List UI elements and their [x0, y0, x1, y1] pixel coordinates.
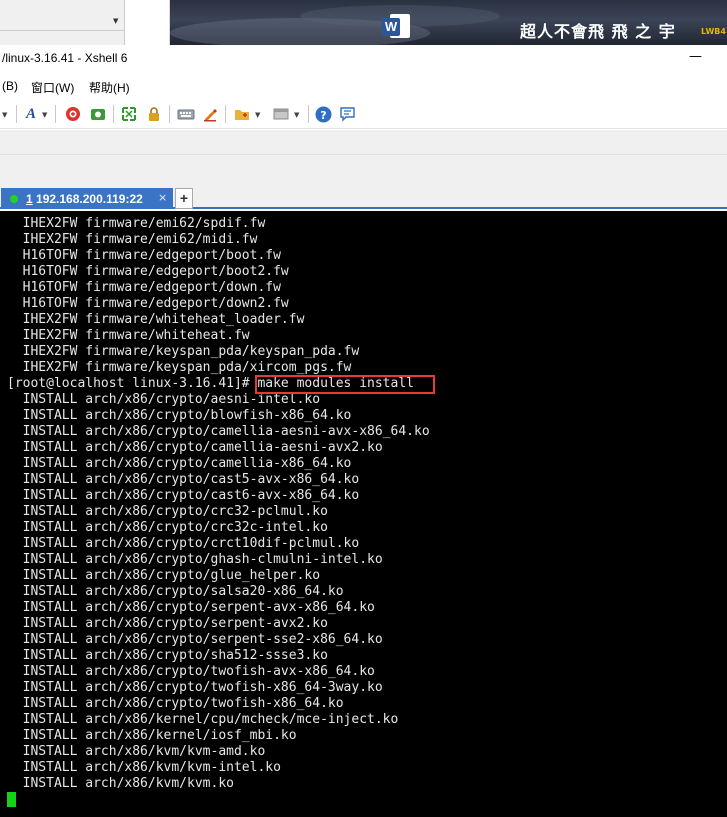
toolbar-separator [113, 105, 114, 123]
menu-item-bookmarks[interactable]: (B) [2, 79, 18, 93]
chevron-down-icon[interactable]: ▼ [2, 111, 7, 119]
desktop-wallpaper: W 超人不會飛 飛 之 宇 LWB4 [170, 0, 727, 45]
fullscreen-icon[interactable] [120, 105, 138, 123]
highlight-pen-icon[interactable] [201, 105, 219, 123]
address-bar[interactable] [0, 130, 727, 155]
terminal-line: INSTALL arch/x86/kvm/kvm-intel.ko [7, 760, 281, 775]
terminal-line: INSTALL arch/x86/crypto/glue_helper.ko [7, 568, 321, 583]
terminal-line: INSTALL arch/x86/crypto/aesni-intel.ko [7, 392, 321, 407]
menu-item-window[interactable]: 窗口(W) [31, 79, 74, 96]
help-icon[interactable]: ? [314, 105, 332, 123]
new-tab-button[interactable]: + [175, 188, 193, 209]
terminal-line: INSTALL arch/x86/crypto/serpent-avx-x86_… [7, 600, 375, 615]
terminal-line: INSTALL arch/x86/crypto/ghash-clmulni-in… [7, 552, 383, 567]
keyboard-icon[interactable] [177, 105, 195, 123]
color-scheme-icon[interactable] [64, 105, 82, 123]
toolbar-separator [225, 105, 226, 123]
terminal-line: INSTALL arch/x86/crypto/twofish-x86_64-3… [7, 680, 383, 695]
terminal-line: INSTALL arch/x86/crypto/crc32c-intel.ko [7, 520, 328, 535]
xftp-icon[interactable] [89, 105, 107, 123]
layout-icon[interactable] [272, 105, 290, 123]
terminal-line: INSTALL arch/x86/crypto/cast5-avx-x86_64… [7, 472, 360, 487]
lock-icon[interactable] [145, 105, 163, 123]
menu-item-help[interactable]: 帮助(H) [89, 79, 130, 96]
terminal-line: H16TOFW firmware/edgeport/boot.fw [7, 248, 281, 263]
terminal-line: H16TOFW firmware/edgeport/boot2.fw [7, 264, 289, 279]
terminal-line: INSTALL arch/x86/crypto/serpent-sse2-x86… [7, 632, 383, 647]
chat-bubble-icon[interactable] [338, 105, 356, 123]
desktop-strip: ▼ W 超人不會飛 飛 之 宇 LWB4 [0, 0, 727, 45]
background-window-field[interactable]: ▼ [0, 0, 125, 45]
terminal-line: INSTALL arch/x86/crypto/twofish-x86_64.k… [7, 696, 344, 711]
terminal-line: INSTALL arch/x86/kernel/iosf_mbi.ko [7, 728, 297, 743]
command-highlight-box [255, 375, 435, 394]
chevron-down-icon[interactable]: ▼ [294, 111, 299, 119]
terminal-line: INSTALL arch/x86/crypto/blowfish-x86_64.… [7, 408, 352, 423]
terminal-line: IHEX2FW firmware/emi62/spdif.fw [7, 216, 266, 231]
word-app-icon[interactable]: W [382, 14, 410, 40]
terminal-line: H16TOFW firmware/edgeport/down2.fw [7, 296, 289, 311]
menu-bar: (B) 窗口(W) 帮助(H) [0, 73, 727, 99]
tab-label: 1 192.168.200.119:22 [26, 192, 143, 206]
toolbar-separator [16, 105, 17, 123]
divider [0, 30, 125, 31]
tab-host: 192.168.200.119:22 [32, 192, 143, 206]
tab-strip: 1 192.168.200.119:22 × + [0, 188, 727, 209]
window-titlebar: /linux-3.16.41 - Xshell 6 — [0, 45, 727, 73]
terminal-cursor [7, 792, 16, 807]
terminal-line: IHEX2FW firmware/whiteheat_loader.fw [7, 312, 305, 327]
terminal-line: INSTALL arch/x86/crypto/camellia-aesni-a… [7, 440, 383, 455]
chevron-down-icon[interactable]: ▼ [113, 17, 118, 25]
minimize-button[interactable]: — [689, 49, 702, 64]
toolbar: ▼ A ▼ ▼ ▼ ? [0, 99, 727, 129]
toolbar-separator [308, 105, 309, 123]
terminal-output[interactable]: INSTALL arch/x86/kvm/kvm.ko INSTALL arch… [0, 211, 727, 817]
terminal-line: INSTALL arch/x86/crypto/cast6-avx-x86_64… [7, 488, 360, 503]
terminal-line: IHEX2FW firmware/keyspan_pda/keyspan_pda… [7, 344, 360, 359]
terminal-line: IHEX2FW firmware/emi62/midi.fw [7, 232, 258, 247]
terminal-line: INSTALL arch/x86/crypto/salsa20-x86_64.k… [7, 584, 344, 599]
chevron-down-icon[interactable]: ▼ [42, 111, 47, 119]
connected-status-icon [10, 195, 18, 203]
terminal-line: INSTALL arch/x86/crypto/camellia-aesni-a… [7, 424, 430, 439]
terminal-line: INSTALL arch/x86/crypto/twofish-avx-x86_… [7, 664, 375, 679]
window-title: /linux-3.16.41 - Xshell 6 [2, 51, 128, 65]
terminal-line: IHEX2FW firmware/whiteheat.fw [7, 328, 250, 343]
terminal-line: INSTALL arch/x86/crypto/crct10dif-pclmul… [7, 536, 360, 551]
chevron-down-icon[interactable]: ▼ [255, 111, 260, 119]
terminal-line: INSTALL arch/x86/crypto/crc32-pclmul.ko [7, 504, 328, 519]
session-bar-area [0, 155, 727, 188]
close-icon[interactable]: × [158, 191, 167, 204]
terminal-line: INSTALL arch/x86/kernel/cpu/mcheck/mce-i… [7, 712, 399, 727]
tab-session-1[interactable]: 1 192.168.200.119:22 × [1, 188, 173, 209]
word-letter: W [382, 18, 400, 36]
toolbar-separator [169, 105, 170, 123]
font-icon[interactable]: A [22, 105, 40, 123]
terminal-line: INSTALL arch/x86/crypto/sha512-ssse3.ko [7, 648, 328, 663]
wallpaper-badge: LWB4 [701, 27, 726, 36]
new-folder-icon[interactable] [233, 105, 251, 123]
terminal-line: INSTALL arch/x86/crypto/camellia-x86_64.… [7, 456, 352, 471]
terminal-line: H16TOFW firmware/edgeport/down.fw [7, 280, 281, 295]
terminal-line: IHEX2FW firmware/keyspan_pda/xircom_pgs.… [7, 360, 352, 375]
tab-number: 1 [26, 192, 33, 206]
terminal-line: INSTALL arch/x86/kvm/kvm.ko [7, 776, 234, 791]
terminal-line: INSTALL arch/x86/kvm/kvm-amd.ko [7, 744, 266, 759]
toolbar-separator [55, 105, 56, 123]
wallpaper-caption: 超人不會飛 飛 之 宇 [520, 22, 676, 41]
terminal-line: INSTALL arch/x86/crypto/serpent-avx2.ko [7, 616, 328, 631]
svg-text:?: ? [320, 109, 326, 122]
background-window-pane [125, 0, 170, 45]
